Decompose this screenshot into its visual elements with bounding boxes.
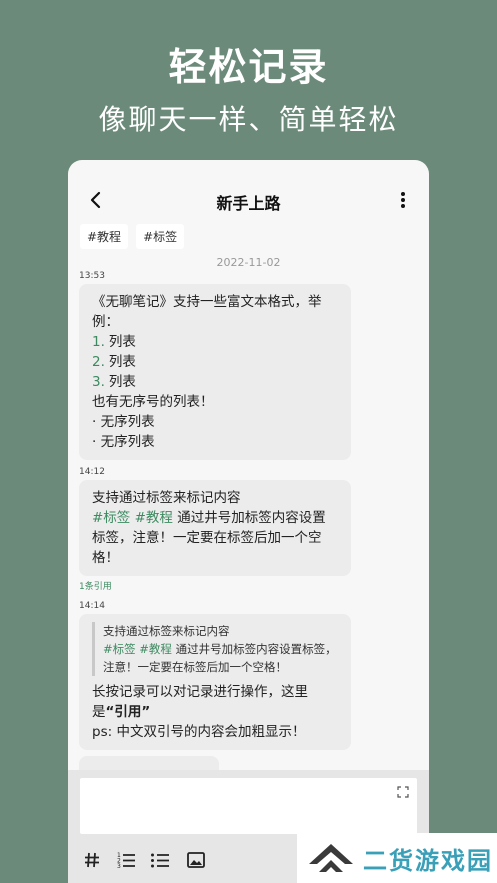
message-bubble[interactable]: 支持通过标签来标记内容 #标签 #教程 通过井号加标签内容设置标签，注意！一定要… [79,480,351,576]
watermark-text: 二货游戏园 [363,846,493,875]
watermark-logo-icon [309,844,353,872]
message-text: 支持通过标签来标记内容 [92,490,241,506]
inline-tag[interactable]: #标签 [92,510,130,526]
reference-count[interactable]: 1条引用 [79,579,112,592]
ordered-list-item: 2. 列表 [92,352,338,372]
hash-icon[interactable] [82,850,102,870]
ordered-list-item: 3. 列表 [92,372,338,392]
more-vertical-icon[interactable] [395,188,411,212]
tag-chip-tutorial[interactable]: #教程 [80,224,129,249]
ordered-list-icon[interactable]: 1 2 3 [116,850,136,870]
inline-tag[interactable]: #教程 [135,510,173,526]
svg-text:3: 3 [117,863,121,870]
message-bubble[interactable]: 《无聊笔记》支持一些富文本格式，举例： 1. 列表 2. 列表 3. 列表 也有无序号… [79,284,351,460]
quote-text: 支持通过标签来标记内容 [103,624,230,638]
unordered-list-item: · 无序列表 [92,414,155,430]
message-bubble[interactable]: 支持通过标签来标记内容 #标签 #教程 通过井号加标签内容设置标签，注意！一定要… [79,614,351,750]
hero-subtitle: 像聊天一样、简单轻松 [98,103,399,136]
quoted-message[interactable]: 支持通过标签来标记内容 #标签 #教程 通过井号加标签内容设置标签，注意！一定要… [92,622,338,676]
tag-list: #教程 #标签 [80,224,185,249]
list-number: 3. [92,374,105,390]
message-time: 13:53 [79,271,105,281]
bold-text: “引用” [105,704,151,720]
message-text: 也有无序号的列表！ [92,394,214,410]
image-icon[interactable] [186,850,206,870]
note-input[interactable] [80,778,417,834]
list-text: 列表 [108,334,136,350]
watermark: 二货游戏园 [297,833,497,883]
list-text: 列表 [108,374,136,390]
message-time: 14:14 [79,601,105,611]
unordered-list-icon[interactable] [150,850,170,870]
ordered-list-item: 1. 列表 [92,332,338,352]
message-time: 14:12 [79,467,105,477]
message-text: 《无聊笔记》支持一些富文本格式，举例： [92,294,322,330]
phone-screen: 新手上路 #教程 #标签 2022-11-02 13:53 《无聊笔记》支持一些… [68,160,429,883]
inline-tag[interactable]: #标签 [103,642,136,656]
tag-chip-tag[interactable]: #标签 [136,224,185,249]
hero-title: 轻松记录 [168,45,329,89]
expand-icon[interactable] [397,786,409,798]
page-title: 新手上路 [216,194,281,213]
inline-tag[interactable]: #教程 [139,642,172,656]
date-divider: 2022-11-02 [216,256,281,269]
unordered-list-item: · 无序列表 [92,434,155,450]
list-text: 列表 [108,354,136,370]
message-text: ps: 中文双引号的内容会加粗显示！ [92,724,306,740]
list-number: 1. [92,334,105,350]
list-number: 2. [92,354,105,370]
